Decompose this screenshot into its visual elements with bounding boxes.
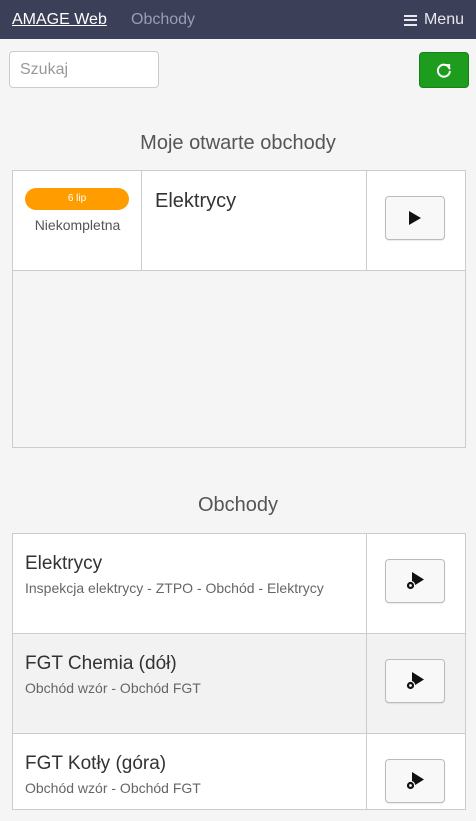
refresh-icon <box>436 63 451 78</box>
menu-button[interactable]: Menu <box>403 11 464 29</box>
list-item-subtitle: Obchód wzór - Obchód FGT <box>25 780 201 796</box>
play-icon <box>409 211 421 225</box>
nav-link-obchody[interactable]: Obchody <box>131 11 195 29</box>
hamburger-icon <box>403 14 417 26</box>
open-section-title: Moje otwarte obchody <box>140 132 336 154</box>
list-item-action-cell <box>366 734 465 809</box>
open-round-status: 6 lip Niekompletna <box>13 171 142 271</box>
list-item[interactable]: Elektrycy Inspekcja elektrycy - ZTPO - O… <box>13 534 465 634</box>
list-section-title: Obchody <box>197 494 279 516</box>
list-item-subtitle: Inspekcja elektrycy - ZTPO - Obchód - El… <box>25 580 324 596</box>
list-item-subtitle: Obchód wzór - Obchód FGT <box>25 680 201 696</box>
list-item-action-cell <box>366 534 465 633</box>
open-round-row[interactable]: 6 lip Niekompletna Elektrycy <box>13 171 465 271</box>
open-round-action-cell <box>366 171 465 270</box>
open-rounds-panel: 6 lip Niekompletna Elektrycy <box>12 170 466 448</box>
date-badge: 6 lip <box>25 188 129 210</box>
start-round-button[interactable] <box>385 196 445 240</box>
play-settings-icon <box>405 672 424 691</box>
rounds-list: Elektrycy Inspekcja elektrycy - ZTPO - O… <box>12 533 466 810</box>
refresh-button[interactable] <box>419 52 469 88</box>
list-item-title: FGT Kotły (góra) <box>25 753 167 774</box>
play-settings-icon <box>405 772 424 791</box>
list-item-title: Elektrycy <box>25 553 103 574</box>
open-round-button[interactable] <box>385 559 445 603</box>
open-round-name: Elektrycy <box>155 190 237 212</box>
status-text: Niekompletna <box>34 217 121 233</box>
menu-label: Menu <box>423 11 464 28</box>
list-item-title: FGT Chemia (dół) <box>25 653 177 674</box>
open-round-button[interactable] <box>385 759 445 803</box>
search-input[interactable] <box>9 51 159 88</box>
open-round-button[interactable] <box>385 659 445 703</box>
list-item[interactable]: FGT Kotły (góra) Obchód wzór - Obchód FG… <box>13 734 465 809</box>
top-navbar: AMAGE Web Obchody Menu <box>0 0 476 39</box>
play-settings-icon <box>405 572 424 591</box>
list-item[interactable]: FGT Chemia (dół) Obchód wzór - Obchód FG… <box>13 634 465 734</box>
list-item-action-cell <box>366 634 465 733</box>
brand-link[interactable]: AMAGE Web <box>12 11 107 29</box>
